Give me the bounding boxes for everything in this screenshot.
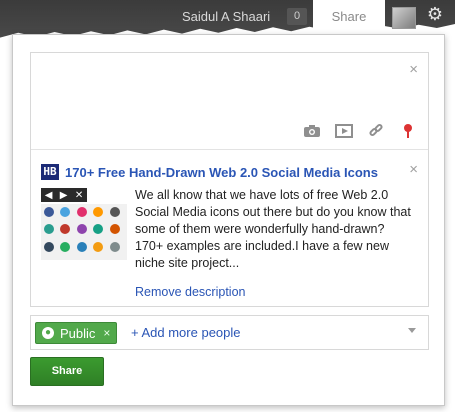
- thumbnail-nav: ◀ ▶ ✕: [41, 188, 87, 202]
- chevron-left-icon[interactable]: ◀: [45, 190, 53, 201]
- chevron-right-icon[interactable]: ▶: [60, 190, 68, 201]
- top-share-tab[interactable]: Share: [313, 0, 385, 34]
- site-favicon-icon: HB: [41, 164, 59, 180]
- close-icon[interactable]: ×: [409, 61, 418, 78]
- share-button[interactable]: Share: [30, 357, 104, 386]
- remove-description-link[interactable]: Remove description: [135, 285, 245, 299]
- chevron-down-icon[interactable]: [408, 328, 416, 333]
- chip-remove-icon[interactable]: ×: [103, 326, 110, 340]
- notification-count[interactable]: 0: [287, 8, 307, 25]
- public-chip[interactable]: ● Public ×: [35, 322, 118, 344]
- attachment-toolbar: [302, 123, 418, 139]
- remove-thumbnail-icon[interactable]: ✕: [75, 190, 83, 201]
- add-more-people-link[interactable]: + Add more people: [131, 325, 241, 340]
- avatar[interactable]: [392, 7, 416, 29]
- share-panel: × HB 170+ Free Hand-Drawn Web 2.0 Social…: [12, 34, 445, 406]
- location-pin-icon[interactable]: [398, 123, 418, 139]
- divider: [31, 149, 428, 150]
- thumbnail-image: [41, 204, 127, 260]
- public-chip-label: Public: [60, 325, 96, 341]
- user-name[interactable]: Saidul A Shaari: [182, 9, 270, 24]
- audience-selector[interactable]: ● Public × + Add more people: [30, 315, 429, 350]
- video-icon[interactable]: [334, 123, 354, 139]
- link-thumbnail: ◀ ▶ ✕: [41, 188, 127, 260]
- globe-icon: ●: [42, 327, 54, 339]
- link-icon[interactable]: [366, 123, 386, 139]
- link-description: We all know that we have lots of free We…: [135, 188, 411, 270]
- close-icon[interactable]: ×: [409, 161, 418, 178]
- link-title[interactable]: 170+ Free Hand-Drawn Web 2.0 Social Medi…: [65, 165, 378, 180]
- gear-icon[interactable]: ⚙: [425, 4, 445, 24]
- link-preview-header: HB 170+ Free Hand-Drawn Web 2.0 Social M…: [41, 164, 378, 180]
- camera-icon[interactable]: [302, 123, 322, 139]
- compose-box[interactable]: × HB 170+ Free Hand-Drawn Web 2.0 Social…: [30, 52, 429, 307]
